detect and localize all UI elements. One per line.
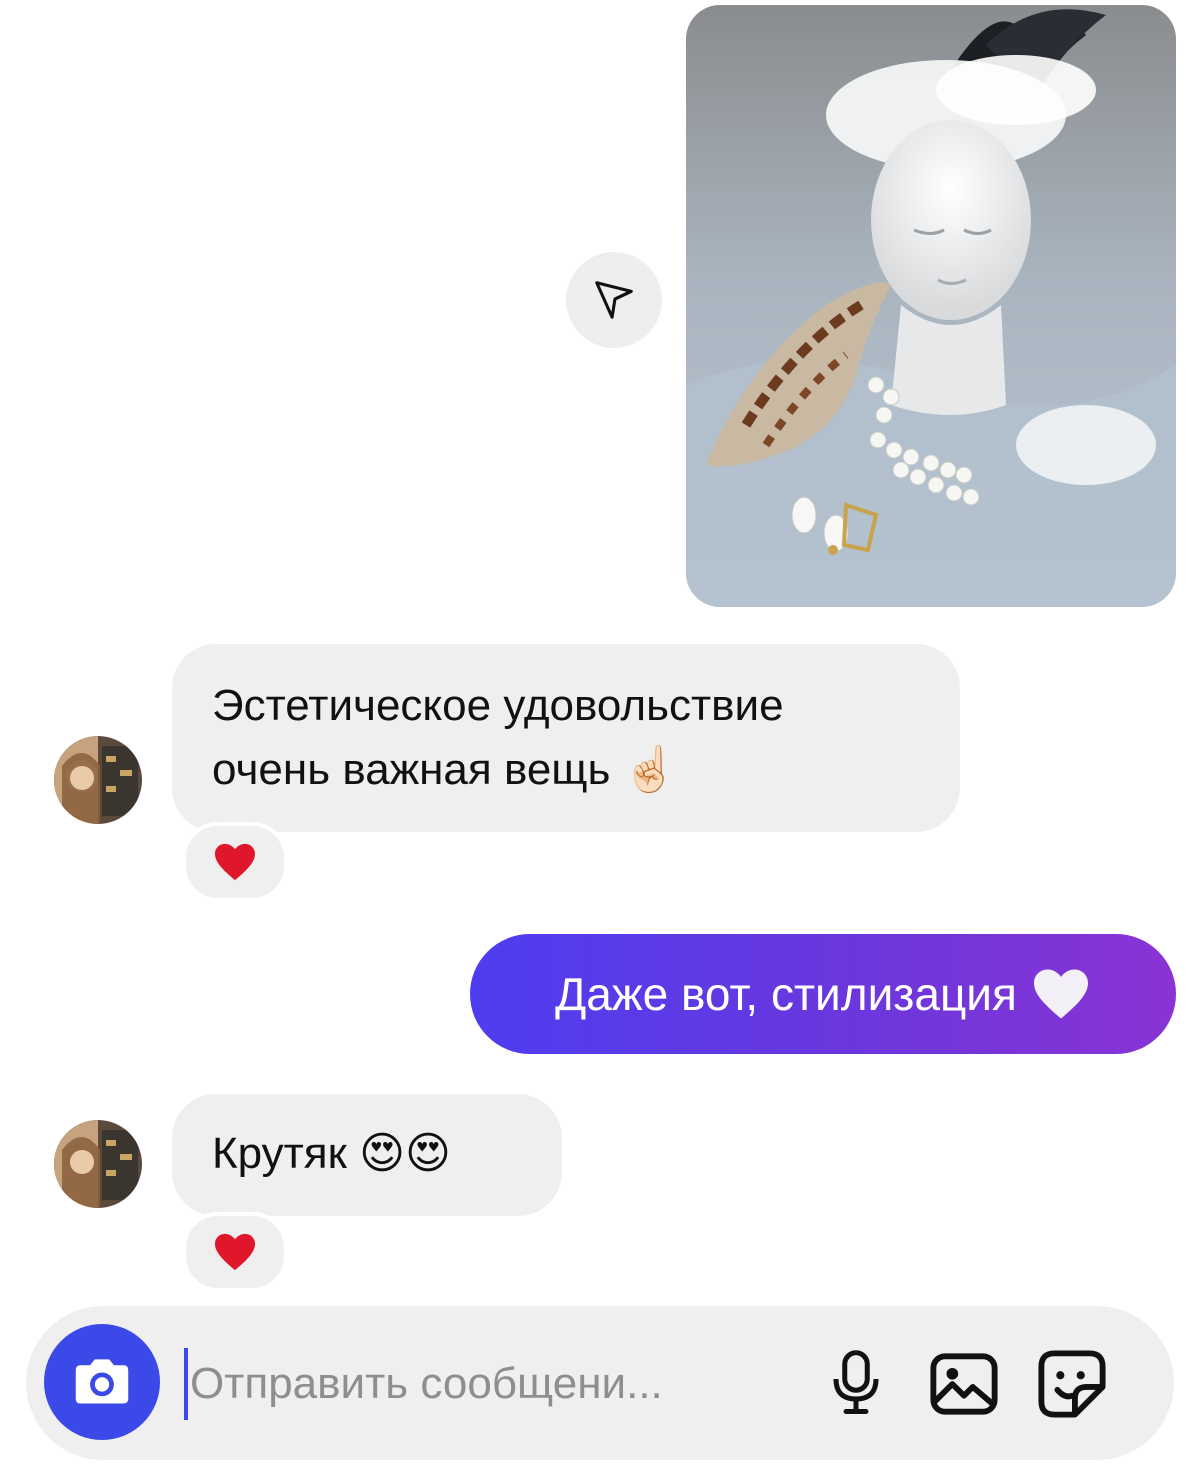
camera-icon bbox=[75, 1359, 129, 1404]
message-text-line: очень важная вещь ☝🏻 bbox=[212, 745, 678, 794]
reaction-badge[interactable] bbox=[182, 1212, 288, 1292]
sticker-icon bbox=[1038, 1350, 1106, 1418]
image-icon bbox=[930, 1353, 998, 1415]
message-text-line: Эстетическое удовольствие bbox=[212, 681, 784, 730]
share-button[interactable] bbox=[566, 252, 662, 348]
heart-eyes-emoji: 😍😍 bbox=[359, 1129, 451, 1178]
heart-icon bbox=[215, 843, 255, 881]
reaction-badge[interactable] bbox=[182, 822, 288, 902]
message-composer bbox=[26, 1306, 1174, 1460]
message-text: Крутяк bbox=[212, 1129, 347, 1178]
voice-message-button[interactable] bbox=[818, 1346, 894, 1422]
chat-screen: Эстетическое удовольствие очень важная в… bbox=[0, 0, 1200, 1476]
received-message-bubble[interactable]: Крутяк 😍😍 bbox=[172, 1094, 562, 1216]
sender-avatar[interactable] bbox=[54, 1120, 142, 1208]
shared-photo-message[interactable] bbox=[686, 5, 1176, 607]
text-cursor bbox=[184, 1348, 188, 1420]
message-text: Даже вот, стилизация bbox=[555, 968, 1017, 1020]
sent-message-bubble[interactable]: Даже вот, стилизация bbox=[470, 934, 1176, 1054]
received-message-bubble[interactable]: Эстетическое удовольствие очень важная в… bbox=[172, 644, 960, 832]
microphone-icon bbox=[833, 1350, 879, 1414]
send-icon bbox=[595, 281, 633, 319]
sender-avatar[interactable] bbox=[54, 736, 142, 824]
white-heart-icon bbox=[1033, 969, 1088, 1019]
gallery-button[interactable] bbox=[926, 1346, 1002, 1422]
shared-photo bbox=[686, 5, 1176, 607]
message-input[interactable] bbox=[190, 1346, 790, 1422]
sticker-button[interactable] bbox=[1034, 1346, 1110, 1422]
pointing-up-emoji: ☝🏻 bbox=[622, 745, 678, 794]
camera-button[interactable] bbox=[44, 1324, 160, 1440]
heart-icon bbox=[215, 1233, 255, 1271]
